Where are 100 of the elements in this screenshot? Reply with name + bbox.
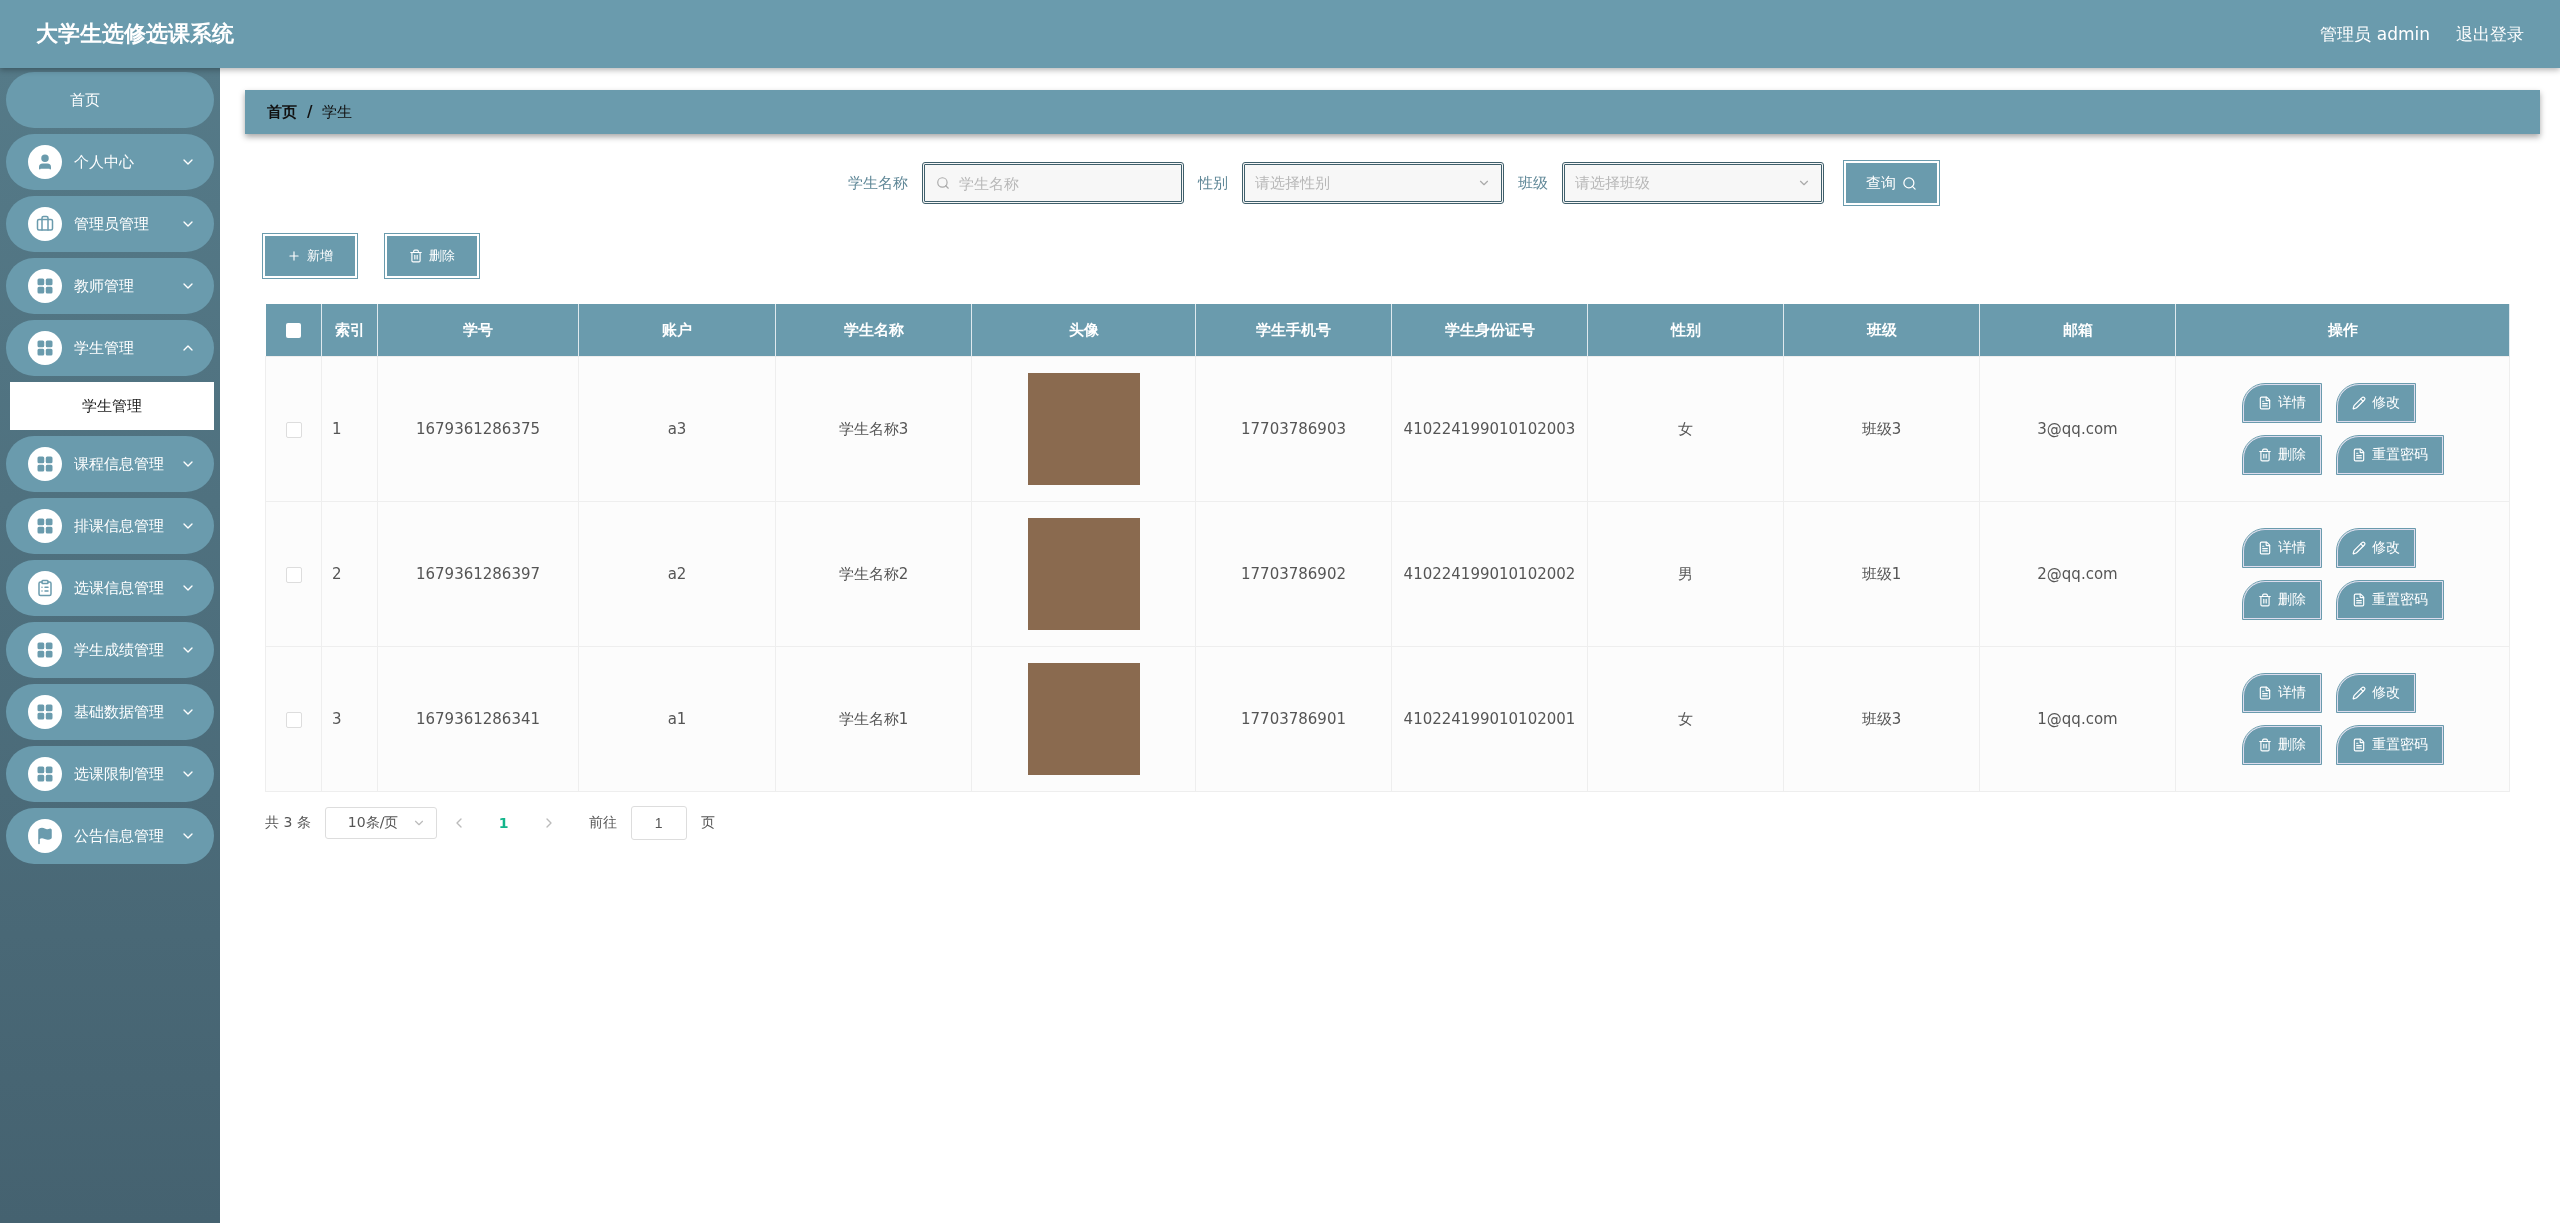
- column-header: 性别: [1587, 304, 1784, 357]
- pencil-icon: [2351, 396, 2366, 410]
- edit-button[interactable]: 修改: [2336, 529, 2415, 567]
- phone-cell: 17703786902: [1195, 501, 1392, 647]
- column-header: 班级: [1783, 304, 1980, 357]
- goto-label: 前往: [588, 814, 617, 832]
- sidebar-item[interactable]: 管理员管理: [6, 196, 214, 252]
- gender-cell: 女: [1587, 356, 1784, 502]
- field-label: 性别: [1198, 173, 1228, 193]
- sidebar-item[interactable]: 选课限制管理: [6, 746, 214, 802]
- email-cell: 1@qq.com: [1979, 646, 2176, 792]
- row-checkbox[interactable]: [285, 566, 302, 583]
- index-cell: 1: [321, 356, 378, 502]
- pencil-icon: [2351, 541, 2366, 555]
- student-number-cell: 1679361286341: [377, 646, 579, 792]
- column-header: 头像: [971, 304, 1196, 357]
- phone-cell: 17703786903: [1195, 356, 1392, 502]
- breadcrumb-item[interactable]: 首页: [267, 102, 297, 122]
- sidebar-item[interactable]: 选课信息管理: [6, 560, 214, 616]
- breadcrumb-item: 学生: [322, 102, 353, 122]
- sidebar-subitem[interactable]: 学生管理: [10, 382, 214, 430]
- delete-button[interactable]: 删除: [2242, 436, 2321, 474]
- clipboard-icon: [28, 571, 62, 605]
- sidebar-item[interactable]: 学生成绩管理: [6, 622, 214, 678]
- student-name-cell: 学生名称3: [775, 356, 972, 502]
- page-number[interactable]: 1: [480, 815, 527, 831]
- details-button[interactable]: 详情: [2242, 529, 2321, 567]
- delete-button[interactable]: 删除: [2242, 581, 2321, 619]
- field-label: 班级: [1518, 173, 1548, 193]
- trash-icon: [2257, 738, 2272, 752]
- flag-icon: [28, 819, 62, 853]
- column-header: 索引: [321, 304, 378, 357]
- student-number-cell: 1679361286375: [377, 356, 579, 502]
- class-cell: 班级3: [1783, 646, 1980, 792]
- grid-icon: [28, 509, 62, 543]
- document-icon: [2257, 686, 2272, 700]
- column-header: 操作: [2175, 304, 2510, 357]
- row-checkbox[interactable]: [285, 711, 302, 728]
- student-name-cell: 学生名称2: [775, 501, 972, 647]
- select-field[interactable]: 请选择性别: [1242, 162, 1504, 204]
- class-cell: 班级1: [1783, 501, 1980, 647]
- phone-cell: 17703786901: [1195, 646, 1392, 792]
- index-cell: 3: [321, 646, 378, 792]
- grid-icon: [28, 757, 62, 791]
- page-input[interactable]: 1: [630, 806, 687, 840]
- document-icon: [2351, 448, 2366, 462]
- details-button[interactable]: 详情: [2242, 384, 2321, 422]
- reset-password-button[interactable]: 重置密码: [2336, 726, 2443, 764]
- sidebar-item[interactable]: 教师管理: [6, 258, 214, 314]
- sidebar-item[interactable]: 学生管理: [6, 320, 214, 376]
- grid-icon: [28, 269, 62, 303]
- index-cell: 2: [321, 501, 378, 647]
- query-button[interactable]: 查询: [1846, 163, 1937, 203]
- sidebar-item[interactable]: 首页: [6, 72, 214, 128]
- column-header: 学生身份证号: [1391, 304, 1588, 357]
- grid-icon: [28, 447, 62, 481]
- select-all-checkbox[interactable]: [285, 323, 301, 338]
- app-title: 大学生选修选课系统: [36, 20, 234, 48]
- student-number-cell: 1679361286397: [377, 501, 579, 647]
- plus-icon: [287, 249, 301, 263]
- trash-icon: [2257, 593, 2272, 607]
- delete-button[interactable]: 删除: [387, 236, 477, 276]
- document-icon: [2351, 738, 2366, 752]
- page-unit-label: 页: [700, 814, 715, 832]
- reset-password-button[interactable]: 重置密码: [2336, 581, 2443, 619]
- search-icon: [1902, 175, 1917, 191]
- reset-password-button[interactable]: 重置密码: [2336, 436, 2443, 474]
- row-checkbox[interactable]: [285, 421, 302, 438]
- email-cell: 3@qq.com: [1979, 356, 2176, 502]
- column-header: 学号: [377, 304, 579, 357]
- logout-link[interactable]: 退出登录: [2456, 22, 2524, 46]
- sidebar-item[interactable]: 课程信息管理: [6, 436, 214, 492]
- id-card-cell: 410224199010102002: [1391, 501, 1588, 647]
- sidebar-item[interactable]: 排课信息管理: [6, 498, 214, 554]
- trash-icon: [2257, 448, 2272, 462]
- sidebar-item[interactable]: 基础数据管理: [6, 684, 214, 740]
- edit-button[interactable]: 修改: [2336, 674, 2415, 712]
- delete-button[interactable]: 删除: [2242, 726, 2321, 764]
- search-field[interactable]: 学生名称: [922, 162, 1184, 204]
- add-button[interactable]: 新增: [265, 236, 355, 276]
- field-label: 学生名称: [848, 173, 908, 193]
- pencil-icon: [2351, 686, 2366, 700]
- id-card-cell: 410224199010102001: [1391, 646, 1588, 792]
- select-field[interactable]: 请选择班级: [1562, 162, 1824, 204]
- total-count: 共 3 条: [265, 814, 311, 832]
- user-label: 管理员 admin: [2320, 22, 2430, 46]
- grid-icon: [28, 633, 62, 667]
- account-cell: a2: [578, 501, 776, 647]
- sidebar-item[interactable]: 个人中心: [6, 134, 214, 190]
- email-cell: 2@qq.com: [1979, 501, 2176, 647]
- class-cell: 班级3: [1783, 356, 1980, 502]
- sidebar-item[interactable]: 公告信息管理: [6, 808, 214, 864]
- column-header: 学生名称: [775, 304, 972, 357]
- gender-cell: 女: [1587, 646, 1784, 792]
- breadcrumb-separator: /: [307, 103, 313, 121]
- edit-button[interactable]: 修改: [2336, 384, 2415, 422]
- briefcase-icon: [28, 207, 62, 241]
- details-button[interactable]: 详情: [2242, 674, 2321, 712]
- page-size-select[interactable]: 10条/页: [324, 807, 437, 839]
- gender-cell: 男: [1587, 501, 1784, 647]
